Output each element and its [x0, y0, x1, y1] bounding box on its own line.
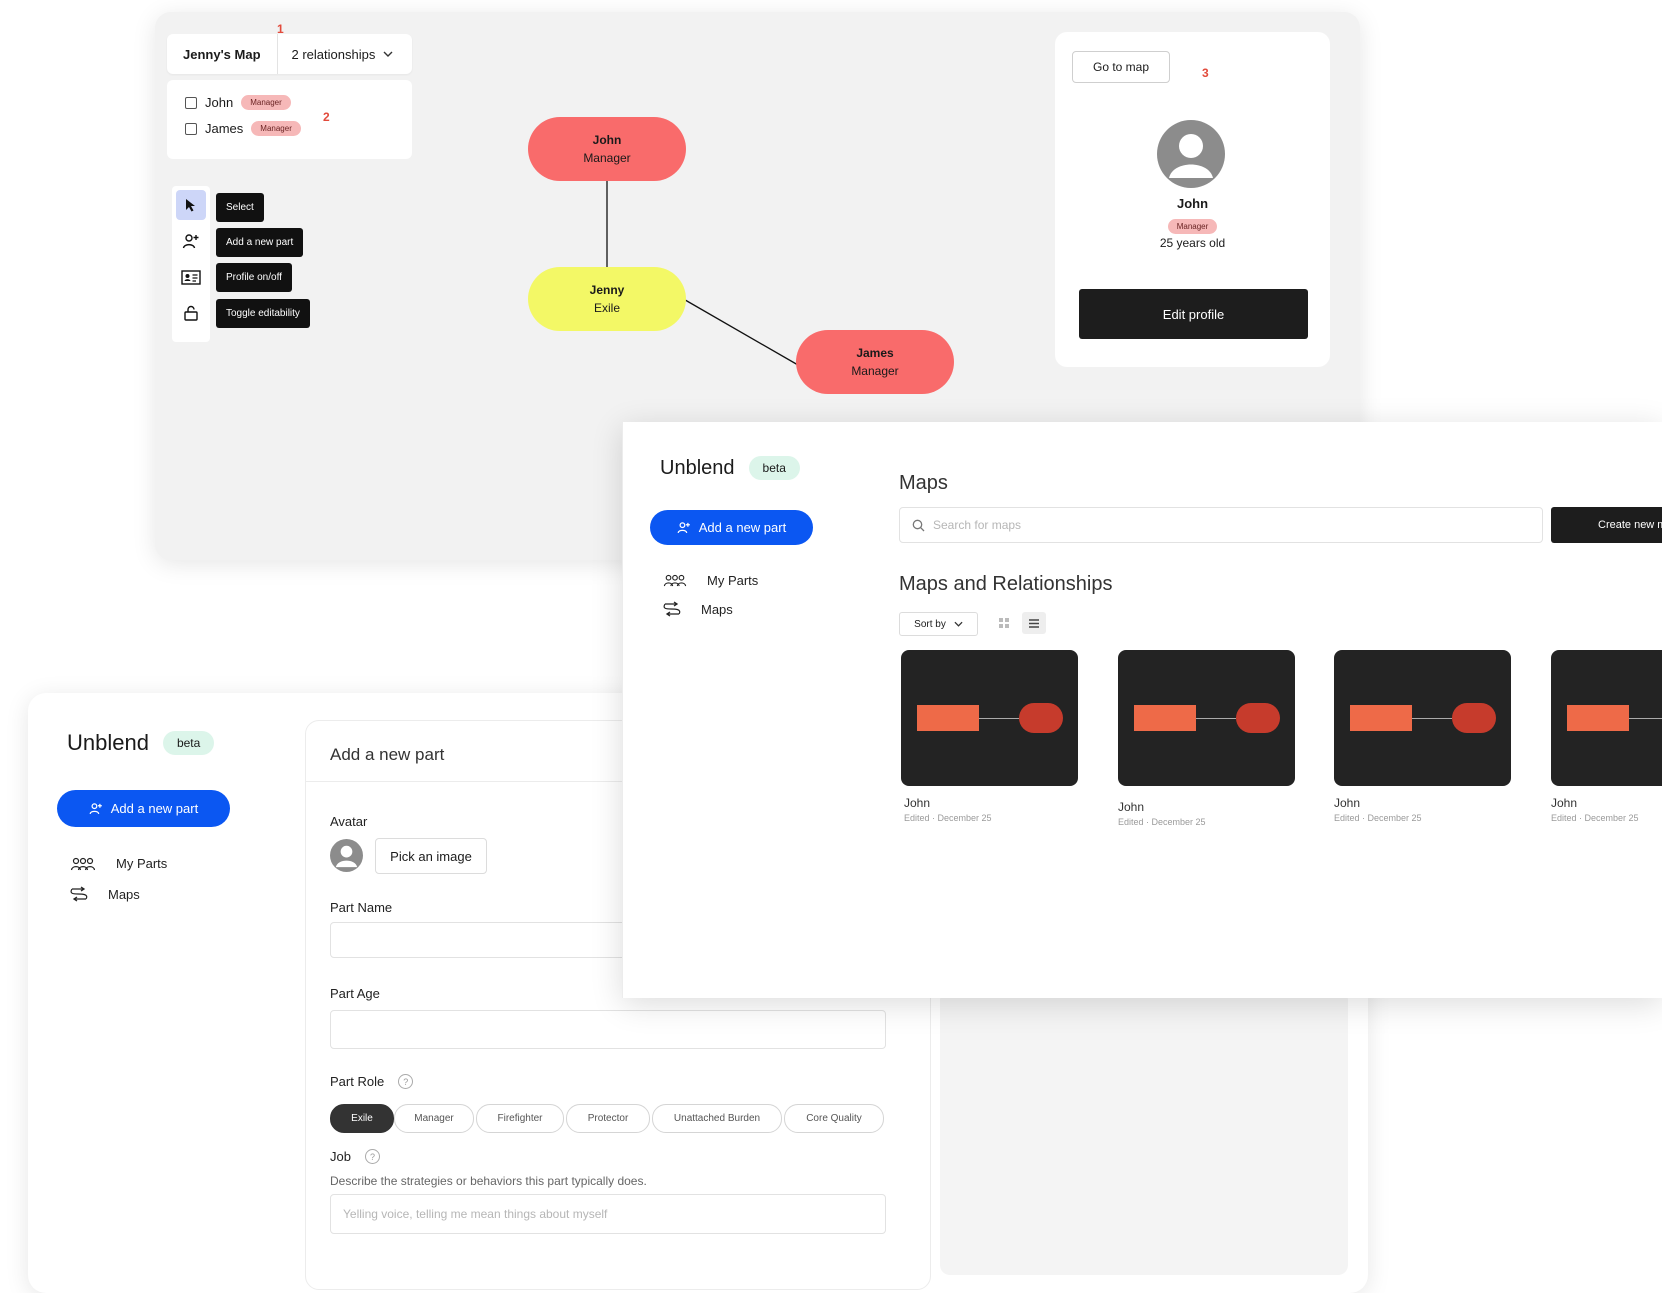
beta-badge: beta [162, 731, 215, 755]
sort-label: Sort by [914, 618, 946, 630]
profile-card: Go to map 3 John Manager 25 years old Ed… [1055, 32, 1330, 367]
brand: Unblend beta [660, 456, 800, 480]
map-thumbnail[interactable] [901, 650, 1078, 786]
nav-my-parts[interactable]: My Parts [70, 856, 167, 871]
list-view-toggle[interactable] [1022, 612, 1046, 634]
sort-dropdown[interactable]: Sort by [899, 612, 978, 636]
node-role: Exile [593, 301, 620, 315]
role-pill-firefighter[interactable]: Firefighter [476, 1104, 564, 1133]
map-thumbnail[interactable] [1334, 650, 1511, 786]
grid-view-toggle[interactable] [993, 612, 1015, 634]
nav-label: Maps [701, 601, 733, 617]
role-pill-unattached-burden[interactable]: Unattached Burden [652, 1104, 782, 1133]
map-edited: Edited · December 25 [1551, 813, 1639, 823]
map-node-jenny[interactable]: Jenny Exile [528, 267, 686, 331]
node-name: Jenny [589, 283, 625, 297]
map-thumbnail[interactable] [1118, 650, 1295, 786]
role-pill-manager[interactable]: Manager [394, 1104, 474, 1133]
job-placeholder: Yelling voice, telling me mean things ab… [343, 1207, 608, 1221]
job-row: Job ? [330, 1149, 380, 1164]
map-name: John [1334, 796, 1361, 810]
profile-age: 25 years old [1159, 236, 1226, 250]
profile-name: John [1176, 196, 1209, 211]
users-group-icon [663, 574, 687, 587]
user-avatar-icon [1169, 134, 1213, 178]
help-icon[interactable]: ? [364, 1149, 380, 1164]
section-title: Maps and Relationships [899, 573, 1113, 595]
user-avatar-icon [335, 845, 358, 868]
map-edited: Edited · December 25 [1334, 813, 1422, 823]
step-marker-3: 3 [1202, 66, 1209, 80]
avatar-preview [330, 839, 363, 872]
map-name: John [1551, 796, 1578, 810]
list-icon [1029, 618, 1039, 628]
avatar [1157, 120, 1225, 188]
add-part-button[interactable]: Add a new part [57, 790, 230, 827]
search-placeholder: Search for maps [933, 518, 1022, 532]
job-input[interactable]: Yelling voice, telling me mean things ab… [330, 1194, 886, 1234]
grid-icon [999, 618, 1009, 628]
role-pill-exile[interactable]: Exile [330, 1104, 394, 1133]
map-name: John [1118, 800, 1145, 814]
add-part-button[interactable]: Add a new part [650, 510, 813, 545]
page-title: Maps [899, 472, 948, 494]
role-pill-core-quality[interactable]: Core Quality [784, 1104, 884, 1133]
brand-name: Unblend [660, 456, 735, 479]
beta-badge: beta [748, 456, 800, 480]
nav-maps[interactable]: Maps [70, 886, 140, 902]
brand: Unblend beta [67, 730, 215, 756]
role-badge: Manager [1167, 219, 1218, 234]
map-node-john[interactable]: John Manager [528, 117, 686, 181]
add-user-icon [677, 522, 690, 534]
go-to-map-button[interactable]: Go to map [1072, 51, 1170, 83]
route-icon [70, 886, 88, 902]
add-user-icon [89, 803, 102, 815]
brand-name: Unblend [67, 730, 149, 755]
help-icon[interactable]: ? [398, 1074, 414, 1089]
part-age-input[interactable] [330, 1010, 886, 1049]
nav-label: Maps [108, 886, 140, 902]
nav-label: My Parts [116, 856, 168, 871]
connector-jenny-james [679, 296, 799, 366]
create-map-button[interactable]: Create new m [1551, 507, 1662, 543]
map-edited: Edited · December 25 [904, 813, 992, 823]
part-role-row: Part Role ? [330, 1074, 414, 1089]
map-thumbnail[interactable] [1551, 650, 1662, 786]
job-label: Job [330, 1149, 351, 1164]
users-group-icon [70, 857, 96, 870]
nav-my-parts[interactable]: My Parts [663, 573, 758, 588]
edit-profile-button[interactable]: Edit profile [1079, 289, 1308, 339]
search-icon [912, 519, 925, 531]
part-age-label: Part Age [330, 986, 380, 1001]
node-role: Manager [583, 151, 631, 165]
map-edited: Edited · December 25 [1118, 817, 1206, 827]
node-role: Manager [851, 364, 899, 378]
node-name: John [592, 133, 622, 147]
map-node-james[interactable]: James Manager [796, 330, 954, 394]
nav-label: My Parts [707, 573, 759, 588]
route-icon [663, 601, 681, 617]
form-title: Add a new part [330, 745, 445, 764]
side-panel [940, 990, 1348, 1275]
part-name-label: Part Name [330, 900, 393, 915]
search-input[interactable]: Search for maps [899, 507, 1543, 543]
part-role-label: Part Role [330, 1074, 385, 1089]
job-help-text: Describe the strategies or behaviors thi… [330, 1174, 647, 1188]
chevron-down-icon [954, 621, 963, 627]
add-part-label: Add a new part [110, 801, 199, 816]
node-name: James [856, 346, 894, 360]
pick-image-button[interactable]: Pick an image [375, 838, 487, 874]
avatar-label: Avatar [330, 814, 368, 829]
role-pill-protector[interactable]: Protector [566, 1104, 650, 1133]
nav-maps[interactable]: Maps [663, 601, 733, 617]
map-name: John [904, 796, 931, 810]
add-part-label: Add a new part [698, 520, 787, 535]
